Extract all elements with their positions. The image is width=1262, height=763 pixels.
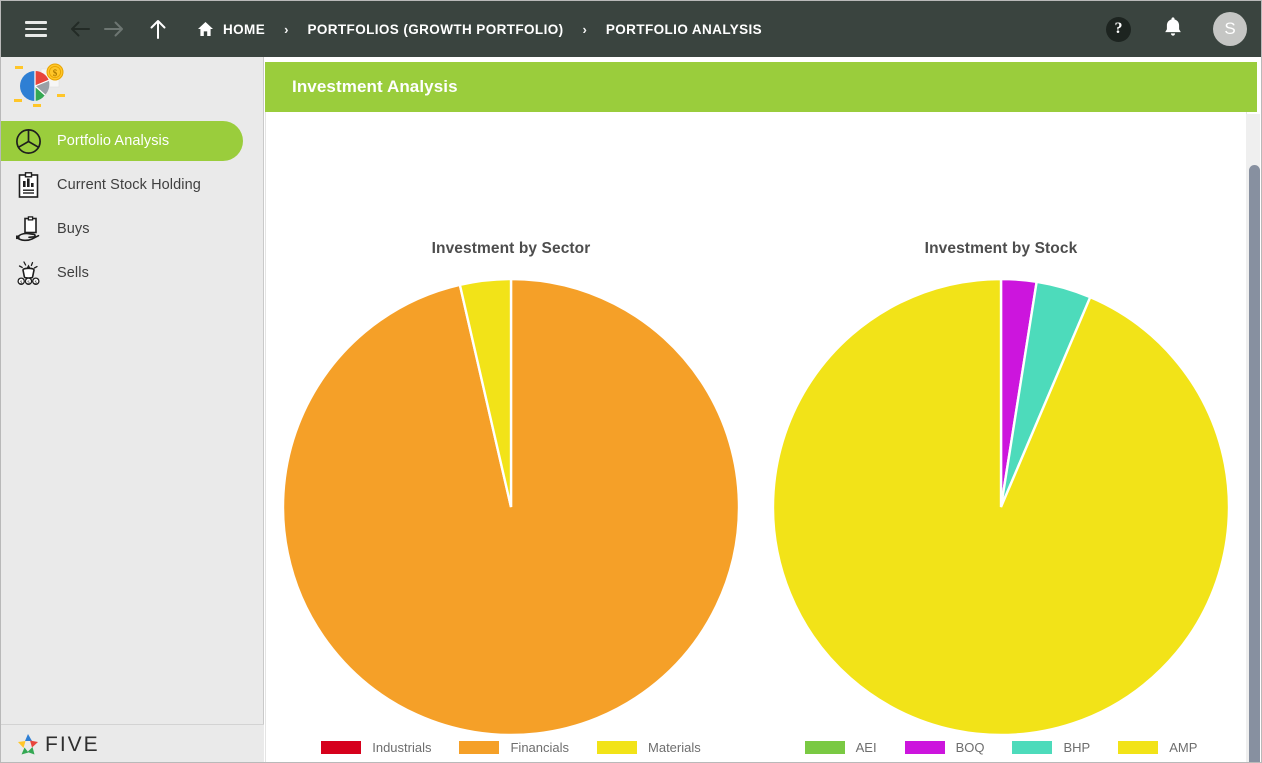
legend-item[interactable]: Materials (597, 740, 701, 755)
breadcrumb-separator-2: › (582, 21, 587, 37)
home-icon (198, 22, 213, 36)
svg-text:$: $ (53, 68, 58, 78)
hand-clipboard-icon (13, 214, 43, 244)
legend-label: Industrials (372, 740, 432, 755)
back-button[interactable] (63, 12, 97, 46)
sidebar-nav-list: Portfolio Analysis Current Stock Holding (1, 121, 263, 293)
legend-label: BHP (1063, 740, 1091, 755)
clipboard-chart-icon (13, 170, 43, 200)
breadcrumb-label-portfolios: PORTFOLIOS (GROWTH PORTFOLIO) (307, 21, 564, 37)
legend-item[interactable]: Industrials (321, 740, 431, 755)
legend-swatch (459, 741, 500, 754)
hamburger-menu-button[interactable] (19, 12, 53, 46)
chart-investment-by-sector: Investment by Sector Industrials Financia… (266, 112, 756, 762)
breadcrumb-item-home[interactable]: HOME (197, 21, 265, 37)
pie-chart-icon (13, 126, 43, 156)
charts-panel: Investment by Sector Industrials Financia… (265, 112, 1247, 762)
breadcrumb-label-home: HOME (223, 21, 266, 37)
vertical-scrollbar-thumb[interactable] (1249, 165, 1260, 762)
pie-wrap-sector (266, 276, 756, 741)
sidebar-item-label-buys: Buys (57, 221, 90, 237)
legend-label: Financials (510, 740, 570, 755)
up-button[interactable] (141, 12, 175, 46)
sidebar-item-label-sells: Sells (57, 265, 89, 281)
sidebar-item-label-portfolio-analysis: Portfolio Analysis (57, 133, 170, 149)
sidebar-logo[interactable]: $ (1, 57, 263, 115)
legend-item[interactable]: AEI (804, 740, 877, 755)
sidebar-item-label-current-stock-holding: Current Stock Holding (57, 177, 201, 193)
hamburger-icon (25, 17, 47, 40)
sidebar-footer: FIVE (1, 724, 264, 762)
sidebar-item-current-stock-holding[interactable]: Current Stock Holding (1, 165, 263, 205)
legend-item[interactable]: BHP (1012, 740, 1090, 755)
top-navigation-bar: HOME › PORTFOLIOS (GROWTH PORTFOLIO) › P… (1, 1, 1261, 57)
breadcrumb-separator-1: › (284, 21, 289, 37)
legend-swatch (904, 741, 945, 754)
legend-stock: AEI BOQ BHP AMP (756, 740, 1246, 755)
avatar-initial: S (1224, 19, 1236, 38)
legend-label: AMP (1169, 740, 1198, 755)
bell-icon (1165, 16, 1181, 36)
legend-swatch (597, 741, 638, 754)
legend-item[interactable]: AMP (1118, 740, 1197, 755)
forward-button[interactable] (97, 12, 131, 46)
chart-investment-by-stock: Investment by Stock AEI BOQ BHP AMP (756, 112, 1246, 762)
pie-slice[interactable] (771, 277, 1231, 737)
pie-chart-stock[interactable] (770, 276, 1232, 738)
five-pinwheel-logo (18, 733, 38, 754)
breadcrumb-label-portfolio-analysis: PORTFOLIO ANALYSIS (605, 21, 763, 37)
legend-item[interactable]: BOQ (904, 740, 985, 755)
sidebar-item-sells[interactable]: $ $ $ Sells (1, 253, 263, 293)
legend-swatch (804, 741, 845, 754)
legend-label: AEI (855, 740, 877, 755)
sidebar-item-buys[interactable]: Buys (1, 209, 263, 249)
chart-title-sector: Investment by Sector (431, 240, 591, 257)
sidebar-item-portfolio-analysis[interactable]: Portfolio Analysis (1, 121, 243, 161)
help-button[interactable]: ? (1106, 16, 1131, 42)
charts-row: Investment by Sector Industrials Financia… (266, 112, 1246, 762)
arrow-right-icon (104, 21, 123, 37)
pie-chart-sector[interactable] (280, 276, 742, 738)
sidebar: $ Portfolio Analysis Current Stock Holdi… (1, 57, 264, 762)
main-content-area: Investment Analysis Investment by Sector… (264, 57, 1261, 762)
legend-swatch (1118, 741, 1159, 754)
arrow-up-icon (150, 20, 166, 39)
legend-swatch (321, 741, 362, 754)
legend-sector: Industrials Financials Materials (266, 740, 756, 755)
notifications-button[interactable] (1163, 16, 1183, 43)
page-header: Investment Analysis (265, 62, 1257, 112)
legend-label: BOQ (955, 740, 985, 755)
vertical-scrollbar-track[interactable] (1246, 114, 1260, 762)
arrow-left-icon (71, 21, 90, 37)
user-avatar[interactable]: S (1213, 12, 1247, 46)
page-title: Investment Analysis (292, 77, 458, 96)
money-plant-icon: $ $ $ (13, 258, 43, 288)
help-label: ? (1114, 20, 1123, 37)
five-logo-text: FIVE (45, 732, 100, 756)
pie-chart-money-logo: $ (14, 63, 65, 107)
application-window: HOME › PORTFOLIOS (GROWTH PORTFOLIO) › P… (0, 0, 1262, 763)
chart-title-stock: Investment by Stock (924, 240, 1078, 257)
breadcrumb: HOME › PORTFOLIOS (GROWTH PORTFOLIO) › P… (197, 21, 762, 37)
legend-item[interactable]: Financials (459, 740, 569, 755)
breadcrumb-item-portfolio-analysis[interactable]: PORTFOLIO ANALYSIS (606, 22, 762, 37)
pie-wrap-stock (756, 276, 1246, 741)
breadcrumb-item-portfolios[interactable]: PORTFOLIOS (GROWTH PORTFOLIO) (307, 22, 563, 37)
legend-swatch (1012, 741, 1053, 754)
legend-label: Materials (648, 740, 701, 755)
